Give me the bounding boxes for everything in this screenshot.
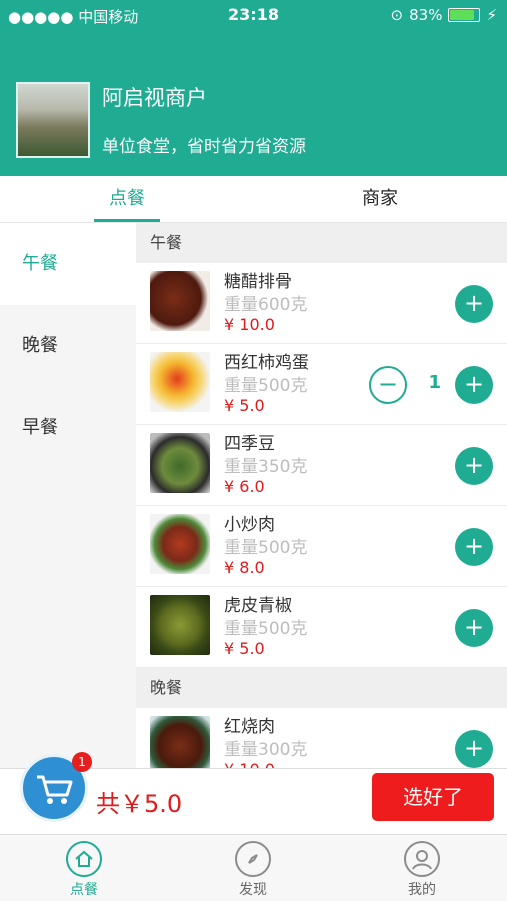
dish-image [150,271,210,331]
add-button[interactable]: + [455,285,493,323]
shop-slogan: 单位食堂，省时省力省资源 [102,137,306,157]
lock-icon: ⊙ [390,6,404,24]
nav-mine[interactable]: 我的 [382,835,462,901]
header: ●●●●● 中国移动 23:18 ⊙ 83% ⚡ 阿启视商户 单位食堂，省时省力… [0,0,507,176]
dish-price: ¥ 10.0 [224,315,275,334]
dish-item[interactable]: 四季豆 重量350克 ¥ 6.0 + [136,425,507,506]
dish-name: 糖醋排骨 [224,272,292,292]
nav-label: 发现 [239,882,267,898]
category-dinner[interactable]: 晚餐 [0,305,136,387]
tab-bar: 点餐 商家 [0,176,507,223]
shop-name: 阿启视商户 [102,86,207,110]
status-bar: ●●●●● 中国移动 23:18 ⊙ 83% ⚡ [0,0,507,30]
category-lunch[interactable]: 午餐 [0,223,136,305]
compass-icon [235,841,271,877]
category-breakfast[interactable]: 早餐 [0,387,136,469]
battery-percent: 83% [409,6,443,24]
nav-discover[interactable]: 发现 [213,835,293,901]
shop-avatar[interactable] [16,82,90,158]
dish-price: ¥ 8.0 [224,558,265,577]
dish-image [150,716,210,768]
add-button[interactable]: + [455,730,493,768]
category-sidebar: 午餐 晚餐 早餐 [0,223,136,768]
charging-icon: ⚡ [486,6,497,24]
dish-price: ¥ 5.0 [224,396,265,415]
dish-weight: 重量600克 [224,295,308,315]
dish-price: ¥ 10.0 [224,760,275,768]
section-header: 晚餐 [136,668,507,708]
status-right: ⊙ 83% ⚡ [391,6,497,24]
nav-label: 点餐 [70,882,98,898]
dish-list: 午餐 糖醋排骨 重量600克 ¥ 10.0 + 西红柿鸡蛋 重量500克 ¥ 5… [136,223,507,768]
add-button[interactable]: + [455,447,493,485]
dish-item[interactable]: 小炒肉 重量500克 ¥ 8.0 + [136,506,507,587]
dish-weight: 重量500克 [224,619,308,639]
nav-label: 我的 [408,882,436,898]
remove-button[interactable]: − [369,366,407,404]
cart-count-badge: 1 [72,752,92,772]
nav-order[interactable]: 点餐 [44,835,124,901]
dish-weight: 重量300克 [224,740,308,760]
dish-item[interactable]: 糖醋排骨 重量600克 ¥ 10.0 + [136,263,507,344]
dish-image [150,595,210,655]
add-button[interactable]: + [455,528,493,566]
dish-item[interactable]: 虎皮青椒 重量500克 ¥ 5.0 + [136,587,507,668]
dish-name: 虎皮青椒 [224,596,292,616]
user-icon [404,841,440,877]
section-header: 午餐 [136,223,507,263]
dish-image [150,352,210,412]
dish-weight: 重量500克 [224,376,308,396]
dish-name: 小炒肉 [224,515,275,535]
dish-name: 红烧肉 [224,717,275,737]
dish-image [150,433,210,493]
bottom-nav: 点餐 发现 我的 [0,834,507,901]
dish-weight: 重量350克 [224,457,308,477]
battery-icon [448,8,481,22]
dish-image [150,514,210,574]
tab-merchant[interactable]: 商家 [340,176,420,222]
add-button[interactable]: + [455,609,493,647]
dish-name: 西红柿鸡蛋 [224,353,309,373]
dish-name: 四季豆 [224,434,275,454]
dish-item[interactable]: 红烧肉 重量300克 ¥ 10.0 + [136,708,507,768]
cart-total: 共￥5.0 [96,790,183,818]
dish-price: ¥ 6.0 [224,477,265,496]
checkout-button[interactable]: 选好了 [372,773,494,821]
dish-item[interactable]: 西红柿鸡蛋 重量500克 ¥ 5.0 − 1 + [136,344,507,425]
tab-order[interactable]: 点餐 [94,176,160,222]
dish-weight: 重量500克 [224,538,308,558]
quantity: 1 [428,372,441,393]
dish-price: ¥ 5.0 [224,639,265,658]
add-button[interactable]: + [455,366,493,404]
home-icon [66,841,102,877]
